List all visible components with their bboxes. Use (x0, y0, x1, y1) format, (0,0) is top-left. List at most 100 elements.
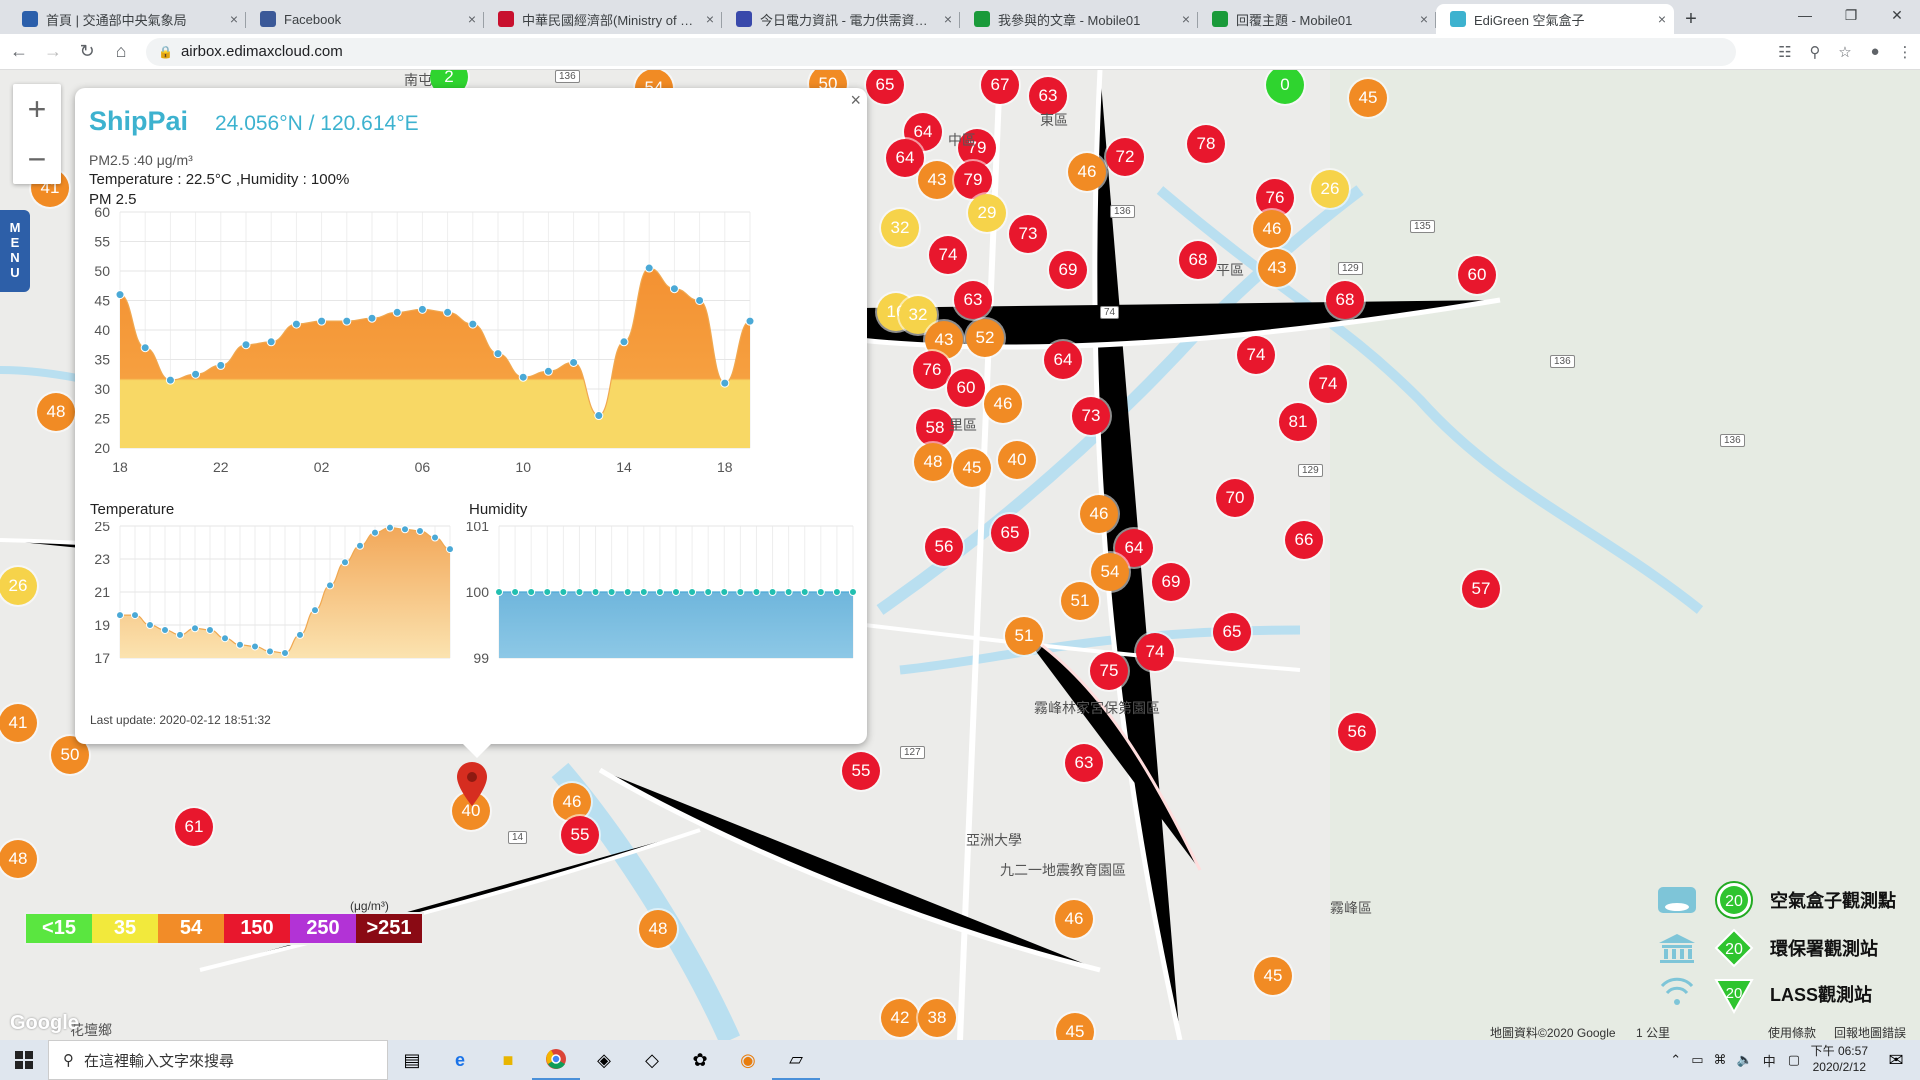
station-marker[interactable]: 54 (1091, 553, 1129, 591)
profile-icon[interactable]: ● (1860, 37, 1890, 67)
station-marker[interactable]: 55 (842, 752, 880, 790)
station-marker[interactable]: 69 (1049, 251, 1087, 289)
station-marker[interactable]: 57 (1462, 570, 1500, 608)
battery-icon[interactable]: ▭ (1691, 1052, 1703, 1068)
back-button[interactable]: ← (4, 37, 34, 67)
station-marker[interactable]: 61 (175, 808, 213, 846)
tab-3[interactable]: 今日電力資訊 - 電力供需資訊 - 台 × (722, 4, 960, 34)
tab-5[interactable]: 回覆主題 - Mobile01 × (1198, 4, 1436, 34)
notification-icon[interactable]: ✉ (1872, 1040, 1920, 1080)
task-view-icon[interactable]: ▤ (388, 1040, 436, 1080)
station-marker[interactable]: 48 (914, 443, 952, 481)
station-marker[interactable]: 48 (639, 910, 677, 948)
url-input[interactable]: 🔒 airbox.edimaxcloud.com (146, 37, 1736, 66)
station-marker[interactable]: 81 (1279, 403, 1317, 441)
file-explorer-icon[interactable]: ■ (484, 1040, 532, 1080)
station-marker[interactable]: 43 (1258, 249, 1296, 287)
station-marker[interactable]: 51 (1061, 582, 1099, 620)
close-tab-icon[interactable]: × (1182, 11, 1190, 27)
station-marker[interactable]: 70 (1216, 479, 1254, 517)
maximize-button[interactable]: ❐ (1828, 0, 1874, 30)
minimize-button[interactable]: — (1782, 0, 1828, 30)
close-tab-icon[interactable]: × (230, 11, 238, 27)
station-marker[interactable]: 56 (1338, 713, 1376, 751)
station-marker[interactable]: 51 (1005, 617, 1043, 655)
station-marker[interactable]: 74 (1309, 365, 1347, 403)
tab-6[interactable]: EdiGreen 空氣盒子 × (1436, 4, 1674, 34)
station-marker[interactable]: 72 (1106, 138, 1144, 176)
station-marker[interactable]: 48 (0, 840, 37, 878)
terms-link[interactable]: 使用條款 (1768, 1024, 1816, 1041)
clock[interactable]: 下午 06:57 2020/2/12 (1811, 1043, 1868, 1075)
station-marker[interactable]: 29 (968, 194, 1006, 232)
station-marker[interactable]: 65 (991, 514, 1029, 552)
station-marker[interactable]: 55 (561, 816, 599, 854)
forward-button[interactable]: → (38, 37, 68, 67)
taskbar-search-input[interactable]: ⚲ 在這裡輸入文字來搜尋 (48, 1040, 388, 1080)
station-marker[interactable]: 32 (881, 209, 919, 247)
station-marker[interactable]: 40 (998, 441, 1036, 479)
translate-icon[interactable]: ☷ (1770, 37, 1800, 67)
station-marker[interactable]: 46 (1080, 495, 1118, 533)
network-icon[interactable]: ⌘ (1714, 1052, 1727, 1068)
zoom-in-button[interactable]: + (13, 84, 61, 134)
station-marker[interactable]: 69 (1152, 563, 1190, 601)
tab-2[interactable]: 中華民國經濟部(Ministry of Econ × (484, 4, 722, 34)
station-marker[interactable]: 45 (953, 449, 991, 487)
station-marker[interactable]: 74 (1237, 336, 1275, 374)
station-marker[interactable]: 45 (1254, 957, 1292, 995)
station-marker[interactable]: 41 (0, 704, 37, 742)
station-marker[interactable]: 76 (913, 351, 951, 389)
station-marker[interactable]: 48 (37, 393, 75, 431)
tray-chevron-icon[interactable]: ⌃ (1670, 1052, 1681, 1068)
station-marker[interactable]: 45 (1349, 79, 1387, 117)
station-marker[interactable]: 42 (881, 999, 919, 1037)
station-marker[interactable]: 46 (1055, 900, 1093, 938)
station-marker[interactable]: 46 (984, 385, 1022, 423)
station-marker[interactable]: 52 (966, 319, 1004, 357)
zoom-out-button[interactable]: − (13, 134, 61, 184)
close-tab-icon[interactable]: × (1658, 11, 1666, 27)
station-marker[interactable]: 64 (886, 139, 924, 177)
close-tab-icon[interactable]: × (944, 11, 952, 27)
station-marker[interactable]: 74 (1136, 633, 1174, 671)
station-marker[interactable]: 26 (0, 567, 37, 605)
station-marker[interactable]: 26 (1311, 170, 1349, 208)
station-marker[interactable]: 46 (553, 783, 591, 821)
window-close-button[interactable]: ✕ (1874, 0, 1920, 30)
station-marker[interactable]: 46 (1253, 210, 1291, 248)
close-tab-icon[interactable]: × (468, 11, 476, 27)
app-icon-3[interactable]: ✿ (676, 1040, 724, 1080)
tab-4[interactable]: 我參與的文章 - Mobile01 × (960, 4, 1198, 34)
station-marker[interactable]: 46 (1068, 153, 1106, 191)
station-marker[interactable]: 63 (1065, 744, 1103, 782)
station-marker[interactable]: 60 (947, 369, 985, 407)
tab-0[interactable]: 首頁 | 交通部中央氣象局 × (8, 4, 246, 34)
reload-button[interactable]: ↻ (72, 37, 102, 67)
app-icon-2[interactable]: ◇ (628, 1040, 676, 1080)
close-tab-icon[interactable]: × (1420, 11, 1428, 27)
menu-button[interactable]: MENU (0, 210, 30, 292)
chrome-icon[interactable] (532, 1040, 580, 1080)
station-marker[interactable]: 68 (1326, 281, 1364, 319)
station-marker[interactable]: 73 (1009, 215, 1047, 253)
station-marker[interactable]: 74 (929, 236, 967, 274)
app-icon-4[interactable]: ▱ (772, 1040, 820, 1080)
station-marker[interactable]: 66 (1285, 521, 1323, 559)
station-marker[interactable]: 38 (918, 999, 956, 1037)
station-marker[interactable]: 64 (1044, 341, 1082, 379)
station-marker[interactable]: 56 (925, 528, 963, 566)
station-marker[interactable]: 75 (1090, 652, 1128, 690)
bookmark-star-icon[interactable]: ☆ (1830, 37, 1860, 67)
volume-icon[interactable]: 🔈 (1737, 1052, 1753, 1068)
home-button[interactable]: ⌂ (106, 37, 136, 67)
popup-close-button[interactable]: × (850, 90, 861, 111)
station-marker[interactable]: 68 (1179, 241, 1217, 279)
new-tab-button[interactable]: + (1674, 4, 1708, 34)
report-map-error-link[interactable]: 回報地圖錯誤 (1834, 1024, 1906, 1041)
edge-icon[interactable]: e (436, 1040, 484, 1080)
station-marker[interactable]: 43 (918, 161, 956, 199)
zoom-icon[interactable]: ⚲ (1800, 37, 1830, 67)
close-tab-icon[interactable]: × (706, 11, 714, 27)
station-marker[interactable]: 63 (954, 281, 992, 319)
